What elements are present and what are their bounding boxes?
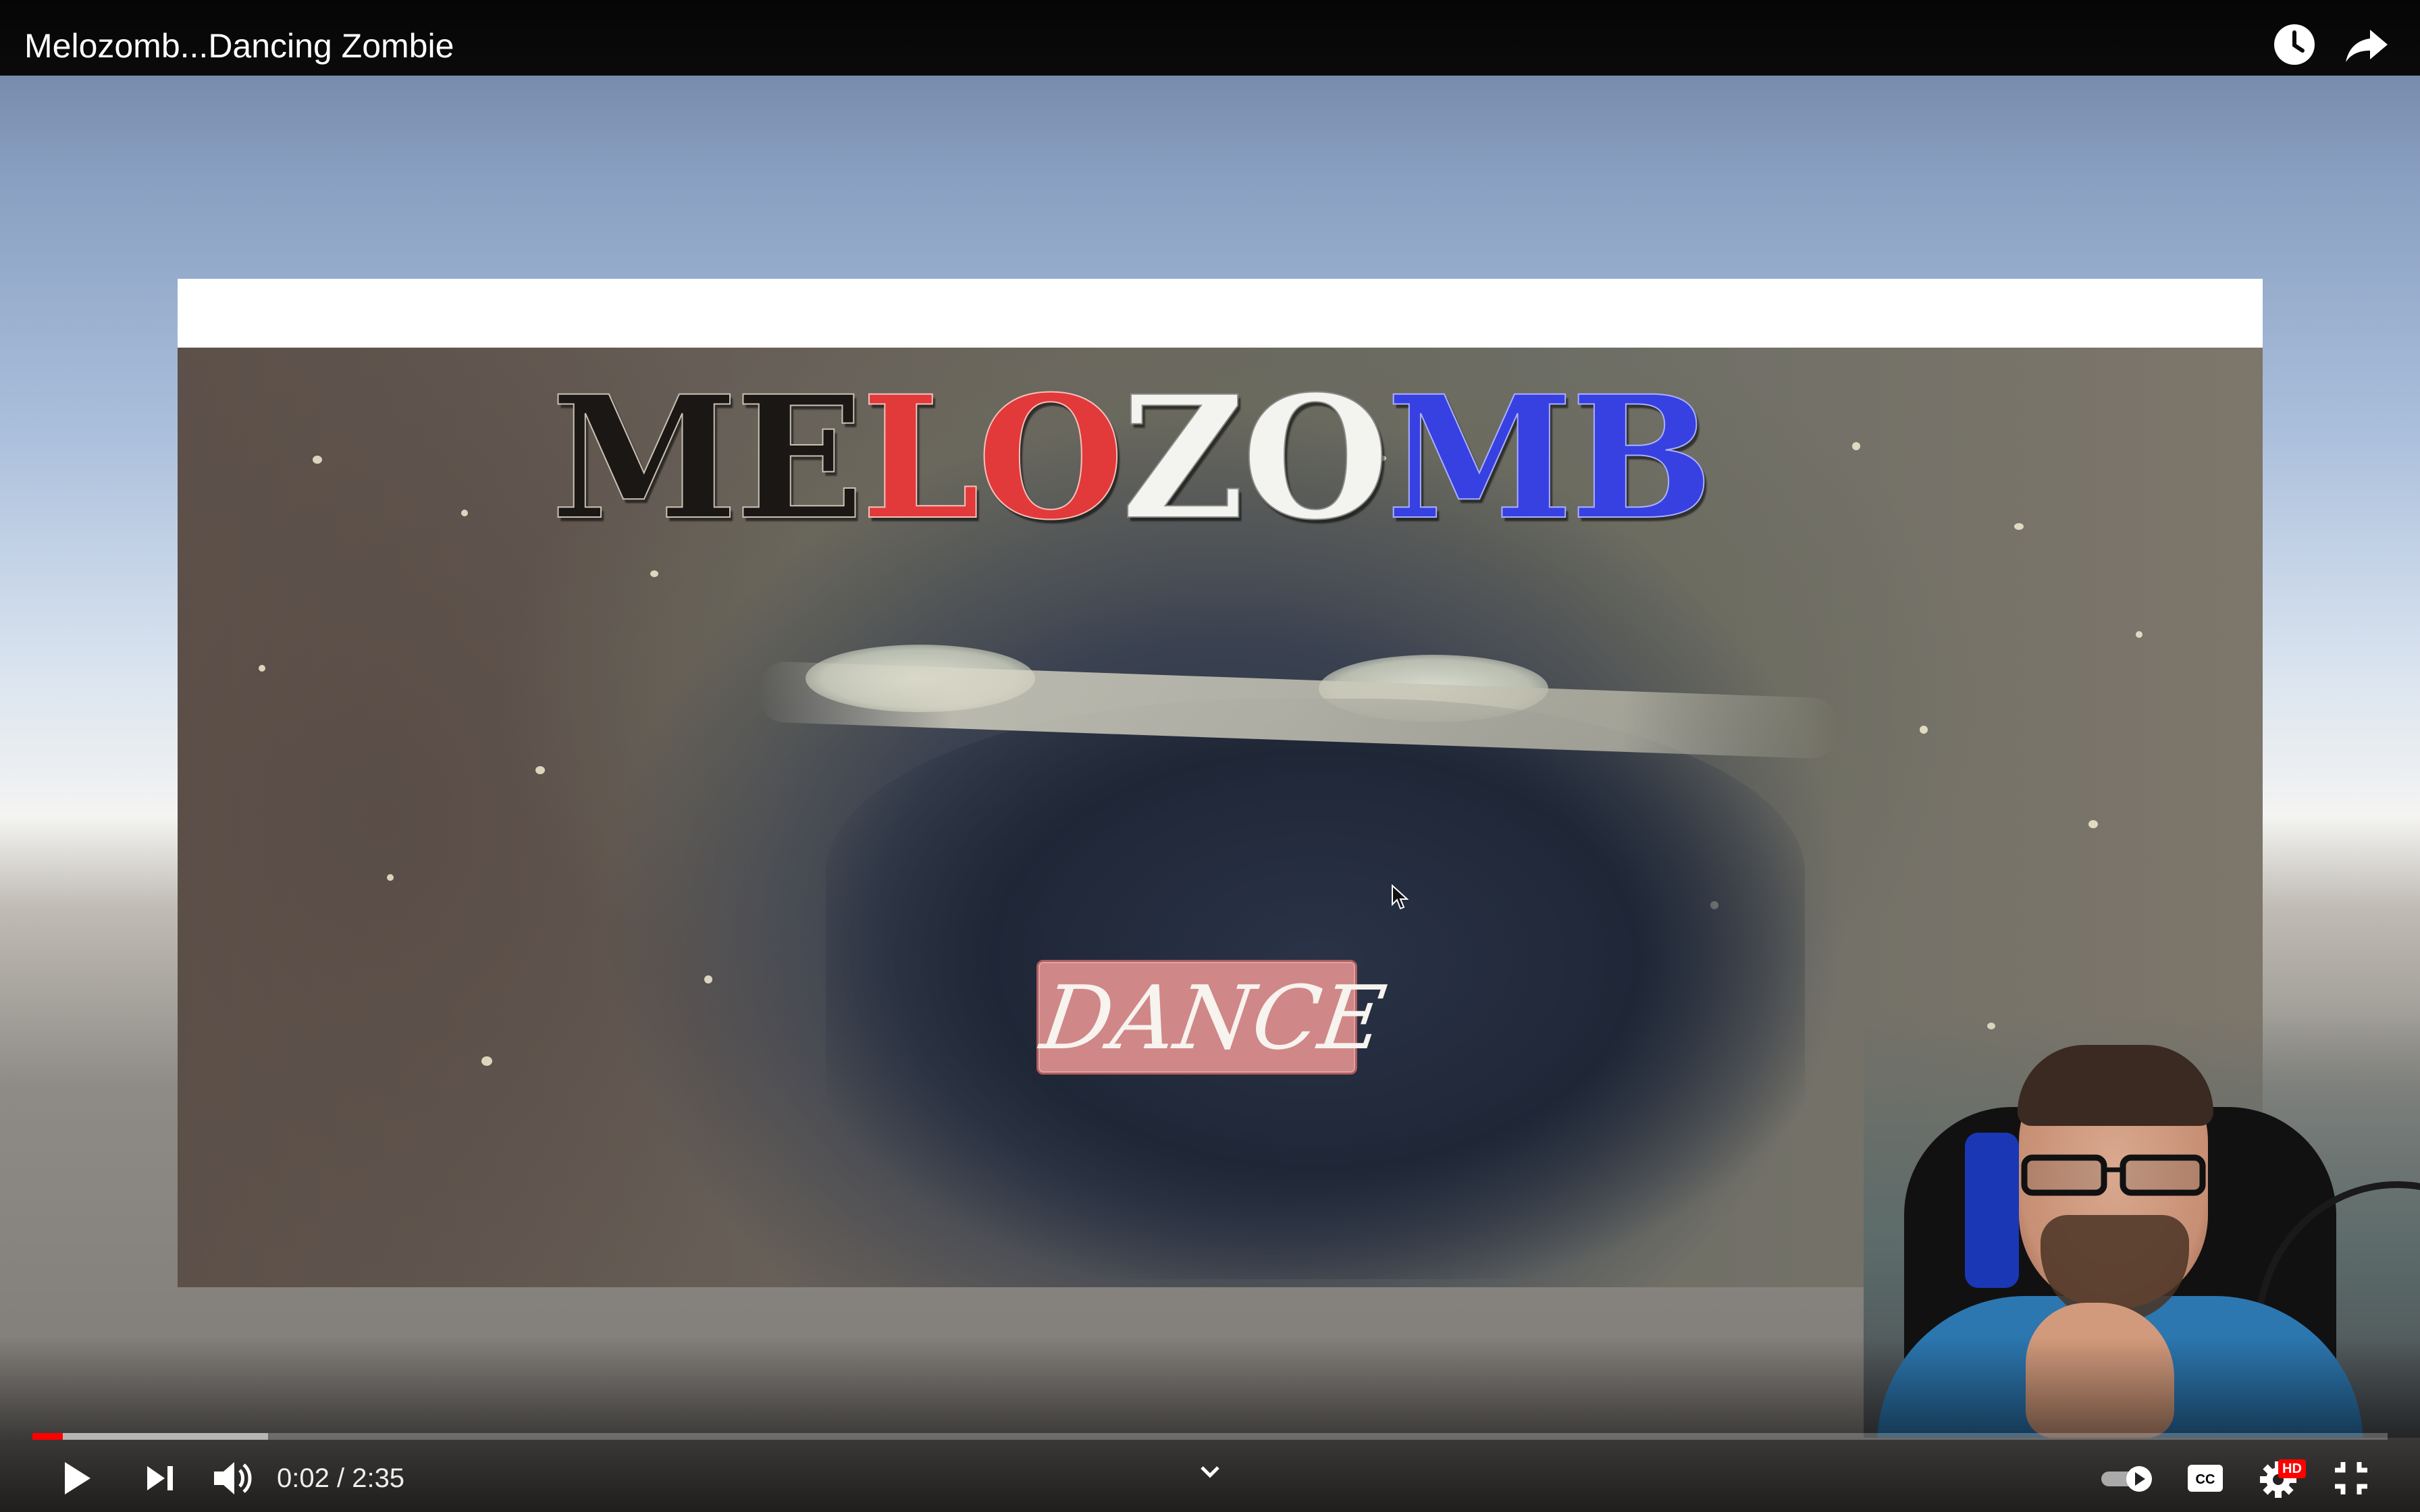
dance-button-label: DANCE [1035, 967, 1392, 1069]
chair-accent [1965, 1133, 2019, 1288]
logo-letter: M [550, 358, 739, 557]
progress-bar[interactable] [32, 1433, 2388, 1440]
volume-icon[interactable] [206, 1451, 260, 1505]
melozomb-logo: MELOZOMB [550, 358, 1714, 557]
progress-played [32, 1433, 63, 1440]
autoplay-toggle-icon[interactable] [2097, 1451, 2158, 1505]
title-bar: Melozomb...Dancing Zombie [0, 0, 2420, 76]
logo-letter: L [860, 358, 980, 557]
svg-text:CC: CC [2196, 1472, 2215, 1487]
mouse-cursor-icon [1392, 884, 1409, 910]
video-title[interactable]: Melozomb...Dancing Zombie [24, 24, 454, 68]
logo-letter: O [976, 358, 1125, 557]
logo-letter: Z [1121, 358, 1245, 557]
time-display: 0:02 / 2:35 [277, 1458, 404, 1498]
cc-icon[interactable]: CC [2178, 1451, 2232, 1505]
chevron-down-icon[interactable] [1194, 1458, 1226, 1485]
time-total: 2:35 [352, 1463, 405, 1493]
hd-badge: HD [2278, 1459, 2306, 1478]
logo-letter: E [735, 358, 865, 557]
presenter-hair [2018, 1045, 2213, 1126]
logo-letter: B [1570, 358, 1714, 557]
time-separator: / [329, 1463, 352, 1493]
next-icon[interactable] [134, 1451, 188, 1505]
progress-buffered [32, 1433, 268, 1440]
dance-button[interactable]: DANCE [1035, 960, 1392, 1075]
video-frame[interactable]: MELOZOMB DANCE Melozomb...Dancing Zombie [0, 0, 2420, 1512]
logo-letter: M [1386, 358, 1574, 557]
glasses-icon [2021, 1154, 2206, 1196]
play-icon[interactable] [49, 1451, 103, 1505]
share-arrow-icon[interactable] [2343, 20, 2392, 69]
logo-letter: O [1241, 358, 1390, 557]
time-current: 0:02 [277, 1463, 330, 1493]
clock-icon[interactable] [2270, 20, 2319, 69]
exit-fullscreen-icon[interactable] [2324, 1451, 2378, 1505]
